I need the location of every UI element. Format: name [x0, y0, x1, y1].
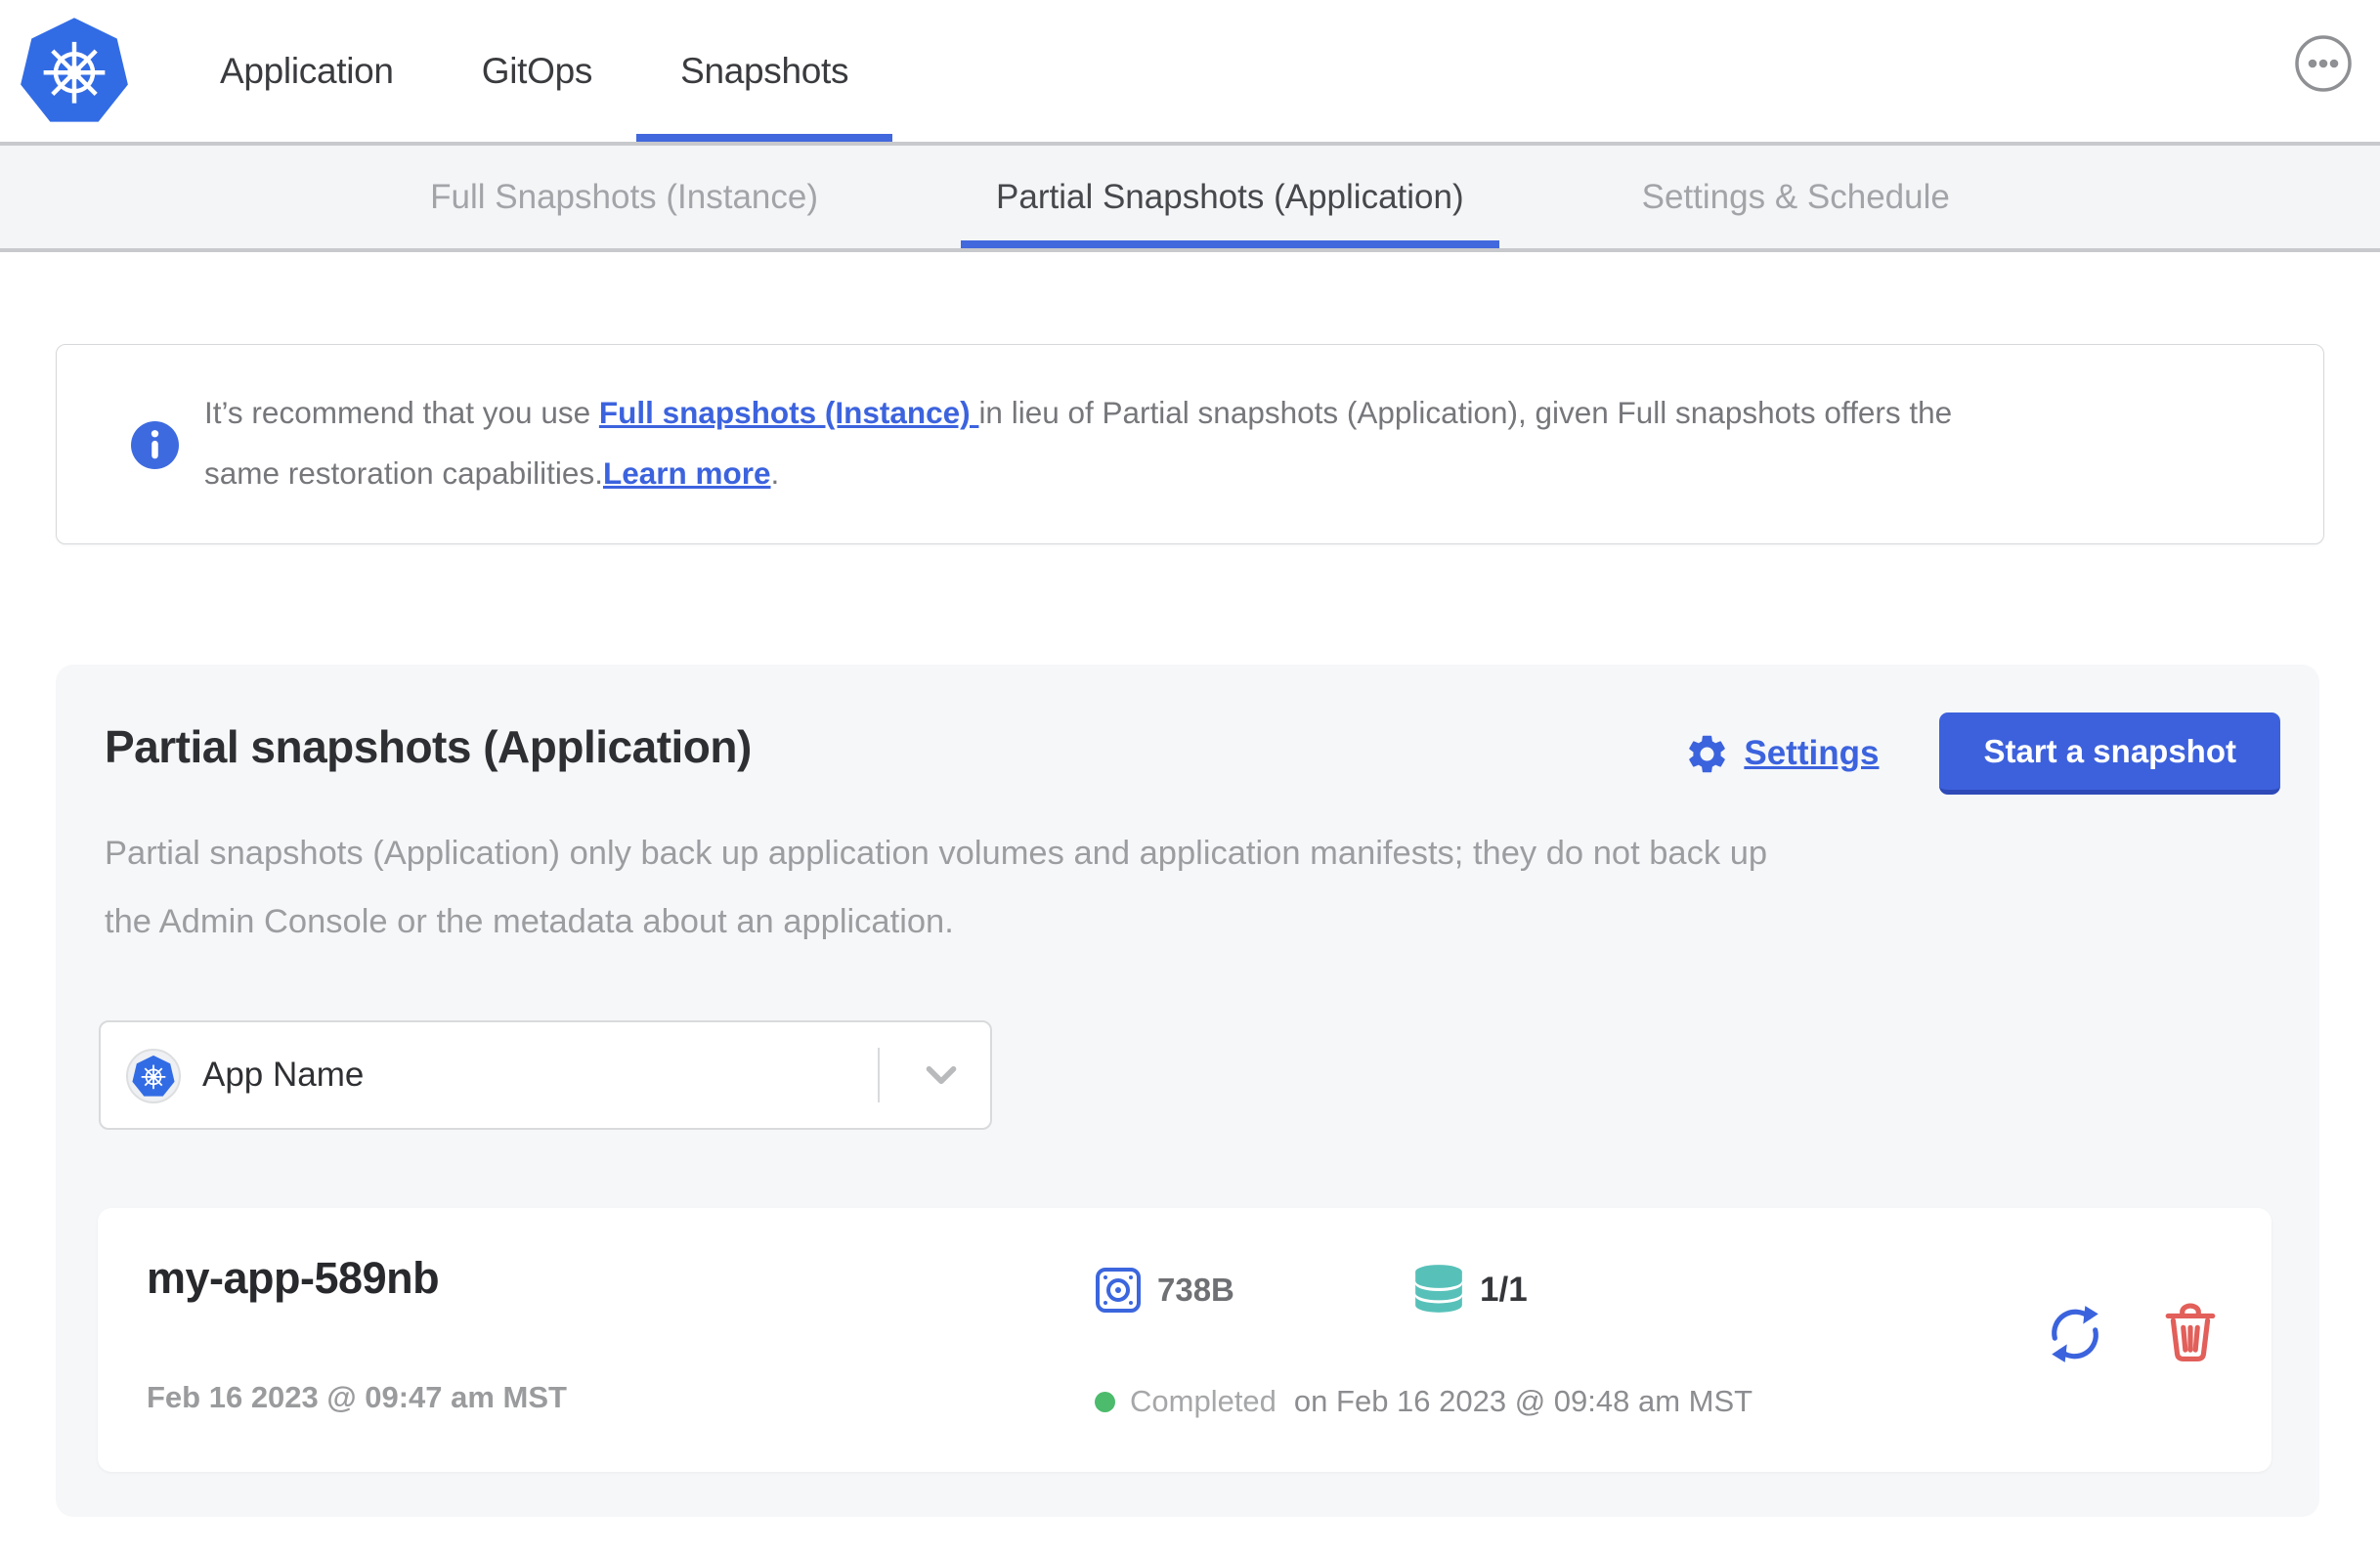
banner-line-1: It’s recommend that you use Full snapsho… — [204, 382, 2247, 443]
chevron-down-icon[interactable] — [920, 1065, 967, 1087]
snapshot-volumes-stat: 1/1 — [1411, 1263, 1528, 1317]
snapshot-row: my-app-589nb Feb 16 2023 @ 09:47 am MST … — [98, 1208, 2272, 1472]
tab-full-snapshots-instance[interactable]: Full Snapshots (Instance) — [395, 146, 853, 248]
gear-icon — [1684, 731, 1730, 777]
snapshot-status-row: Completed on Feb 16 2023 @ 09:48 am MST — [1095, 1384, 1753, 1419]
banner-text-after: in lieu of Partial snapshots (Applicatio… — [978, 395, 1953, 430]
banner-text-line2: same restoration capabilities. — [204, 455, 603, 491]
panel-description-line2: the Admin Console or the metadata about … — [105, 903, 954, 940]
snapshot-started-date: Feb 16 2023 @ 09:47 am MST — [147, 1380, 567, 1414]
status-dot — [1095, 1391, 1115, 1412]
panel-description-line1: Partial snapshots (Application) only bac… — [105, 835, 1768, 872]
restore-snapshot-button[interactable] — [2045, 1304, 2105, 1364]
kubernetes-logo-icon — [20, 16, 129, 125]
top-nav: Application GitOps Snapshots — [0, 0, 2380, 142]
database-icon — [1411, 1263, 1466, 1317]
disk-icon — [1095, 1267, 1142, 1314]
select-divider — [878, 1048, 880, 1102]
panel-actions: Settings Start a snapshot — [1684, 712, 2280, 796]
banner-text: It’s recommend that you use Full snapsho… — [204, 382, 2247, 503]
snapshot-name: my-app-589nb — [147, 1253, 440, 1303]
tab-settings-schedule[interactable]: Settings & Schedule — [1607, 146, 1985, 248]
banner-text-before: It’s recommend that you use — [204, 395, 599, 430]
partial-snapshots-panel: Partial snapshots (Application) Settings… — [56, 665, 2319, 1517]
nav-tab-snapshots[interactable]: Snapshots — [636, 0, 893, 142]
full-snapshots-link[interactable]: Full snapshots (Instance) — [599, 395, 979, 430]
status-label: Completed — [1130, 1384, 1277, 1418]
nav-tab-gitops[interactable]: GitOps — [438, 0, 636, 142]
app-kubernetes-icon — [126, 1049, 181, 1103]
start-snapshot-button[interactable]: Start a snapshot — [1939, 712, 2280, 795]
page: Application GitOps Snapshots Full Snapsh… — [0, 0, 2380, 1554]
snapshot-finished-date: on Feb 16 2023 @ 09:48 am MST — [1293, 1384, 1753, 1418]
banner-line-2: same restoration capabilities.Learn more… — [204, 443, 2247, 503]
info-icon — [131, 421, 179, 469]
more-menu-button[interactable] — [2294, 34, 2353, 93]
more-menu-icon — [2295, 35, 2352, 92]
tab-partial-snapshots-application[interactable]: Partial Snapshots (Application) — [961, 146, 1499, 248]
restore-icon — [2052, 1306, 2099, 1362]
app-name-select[interactable]: App Name — [99, 1020, 992, 1130]
app-select-value: App Name — [202, 1056, 365, 1094]
snapshot-size: 738B — [1157, 1272, 1234, 1308]
info-banner: It’s recommend that you use Full snapsho… — [56, 344, 2324, 544]
nav-tab-application[interactable]: Application — [176, 0, 438, 142]
delete-snapshot-button[interactable] — [2162, 1302, 2219, 1363]
snapshot-size-stat: 738B — [1095, 1267, 1234, 1314]
panel-description: Partial snapshots (Application) only bac… — [105, 819, 1767, 956]
banner-period: . — [770, 455, 780, 491]
snapshot-volumes: 1/1 — [1480, 1271, 1528, 1309]
panel-title: Partial snapshots (Application) — [105, 721, 752, 772]
settings-link[interactable]: Settings — [1744, 734, 1879, 773]
snapshot-tabbar: Full Snapshots (Instance) Partial Snapsh… — [0, 142, 2380, 252]
learn-more-link[interactable]: Learn more — [603, 455, 771, 491]
primary-nav: Application GitOps Snapshots — [176, 0, 893, 142]
trash-icon — [2165, 1303, 2216, 1362]
